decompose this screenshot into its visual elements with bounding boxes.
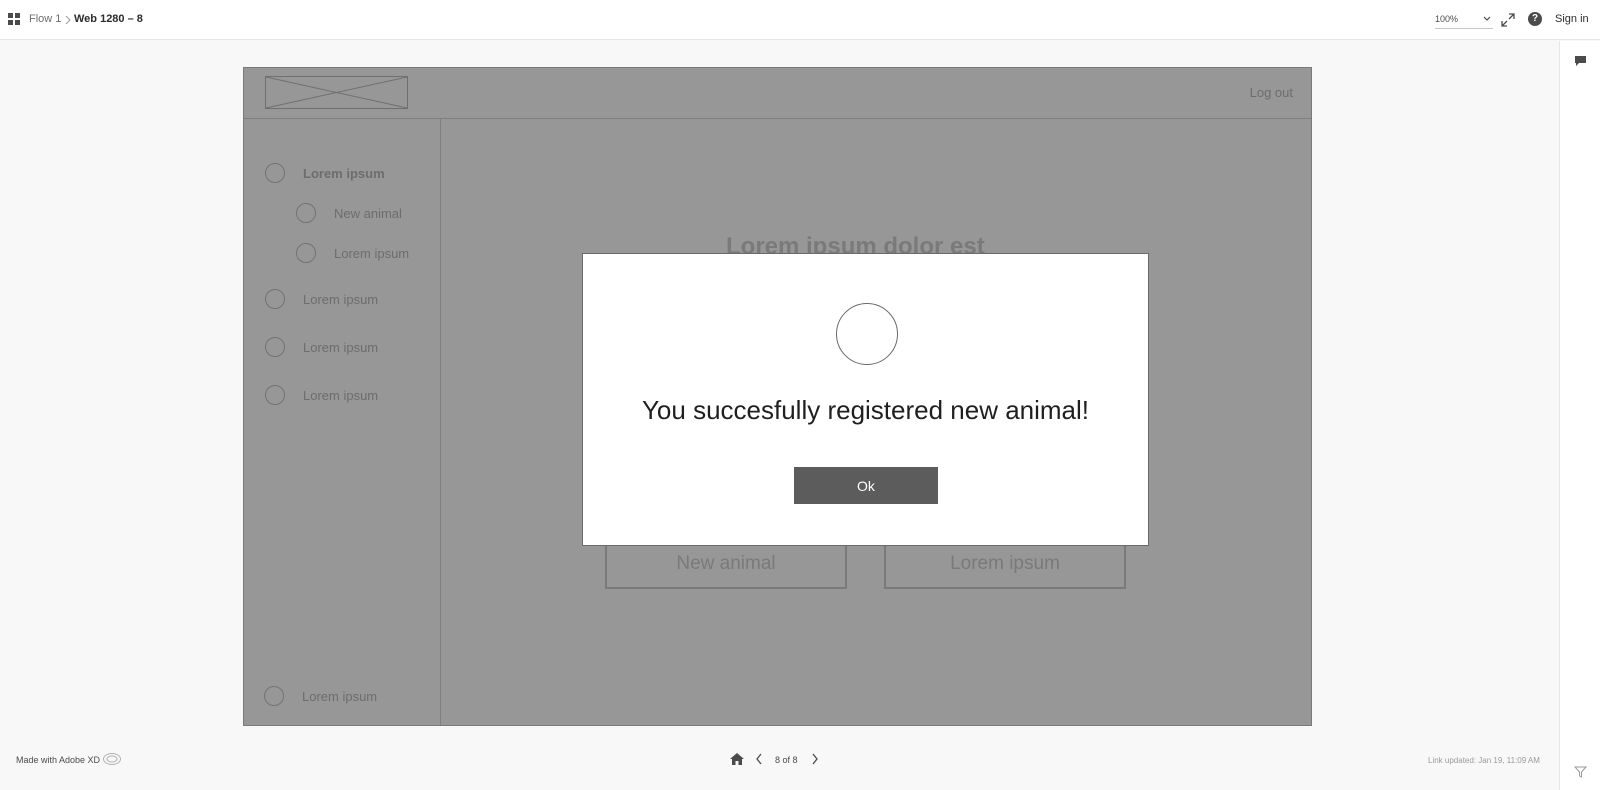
lorem-ipsum-button[interactable]: Lorem ipsum <box>884 540 1126 589</box>
grid-icon[interactable] <box>8 13 21 26</box>
success-circle-icon <box>836 303 898 365</box>
zoom-select[interactable]: 100% <box>1435 10 1493 29</box>
zoom-value: 100% <box>1435 14 1459 24</box>
sidebar-item-label: Lorem ipsum <box>303 166 385 181</box>
radio-circle <box>265 385 285 405</box>
made-with-label: Made with Adobe XD <box>16 755 101 765</box>
home-icon[interactable] <box>729 752 745 766</box>
sidebar-item-lorem-ipsum[interactable]: Lorem ipsum <box>265 163 425 185</box>
success-modal: You succesfully registered new animal! O… <box>582 253 1149 546</box>
sidebar-item-bottom[interactable]: Lorem ipsum <box>264 686 424 708</box>
radio-circle <box>265 289 285 309</box>
sidebar-item-label: Lorem ipsum <box>302 689 378 704</box>
breadcrumb-flow[interactable]: Flow 1 <box>29 13 61 25</box>
sidebar-item-label: New animal <box>334 206 402 221</box>
filter-icon[interactable] <box>1574 766 1587 778</box>
radio-circle <box>264 686 284 706</box>
logout-link[interactable]: Log out <box>1250 85 1293 100</box>
sidebar-item-new-animal[interactable]: New animal <box>296 203 426 225</box>
sidebar-item-label: Lorem ipsum <box>303 292 379 307</box>
comment-icon[interactable] <box>1574 55 1587 67</box>
sidebar: Lorem ipsum New animal Lorem ipsum Lorem… <box>244 119 441 725</box>
breadcrumb-page: Web 1280 – 8 <box>74 13 143 25</box>
button-label: New animal <box>676 553 776 574</box>
link-updated-label: Link updated: Jan 19, 11:09 AM <box>1428 756 1540 765</box>
success-message: You succesfully registered new animal! <box>641 395 1090 425</box>
sidebar-item-lorem-ipsum-4[interactable]: Lorem ipsum <box>265 385 425 407</box>
sidebar-item-label: Lorem ipsum <box>303 388 379 403</box>
ok-button[interactable]: Ok <box>794 467 938 504</box>
page-counter: 8 of 8 <box>775 755 798 765</box>
radio-circle <box>265 163 285 183</box>
creative-cloud-icon <box>103 753 121 765</box>
radio-circle <box>296 243 316 263</box>
new-animal-button[interactable]: New animal <box>605 540 847 589</box>
radio-circle <box>265 337 285 357</box>
chevron-down-icon <box>1483 16 1491 21</box>
sidebar-item-label: Lorem ipsum <box>334 246 410 261</box>
sidebar-item-lorem-ipsum-3[interactable]: Lorem ipsum <box>265 337 425 359</box>
radio-circle <box>296 203 316 223</box>
top-bar: Flow 1 Web 1280 – 8 100% ? Sign in <box>0 0 1600 40</box>
chevron-right-icon[interactable] <box>811 753 819 765</box>
help-icon[interactable]: ? <box>1528 12 1542 26</box>
sidebar-item-lorem-ipsum-sub[interactable]: Lorem ipsum <box>296 243 426 265</box>
chevron-left-icon[interactable] <box>755 753 763 765</box>
expand-icon[interactable] <box>1501 13 1515 27</box>
button-label: Lorem ipsum <box>950 553 1060 574</box>
right-rail <box>1559 41 1600 790</box>
artboard-header: Log out <box>244 68 1311 119</box>
sidebar-item-lorem-ipsum-2[interactable]: Lorem ipsum <box>265 289 425 311</box>
logo-placeholder <box>265 76 408 109</box>
sign-in-link[interactable]: Sign in <box>1555 13 1589 25</box>
sidebar-item-label: Lorem ipsum <box>303 340 379 355</box>
chevron-right-icon <box>65 15 71 25</box>
